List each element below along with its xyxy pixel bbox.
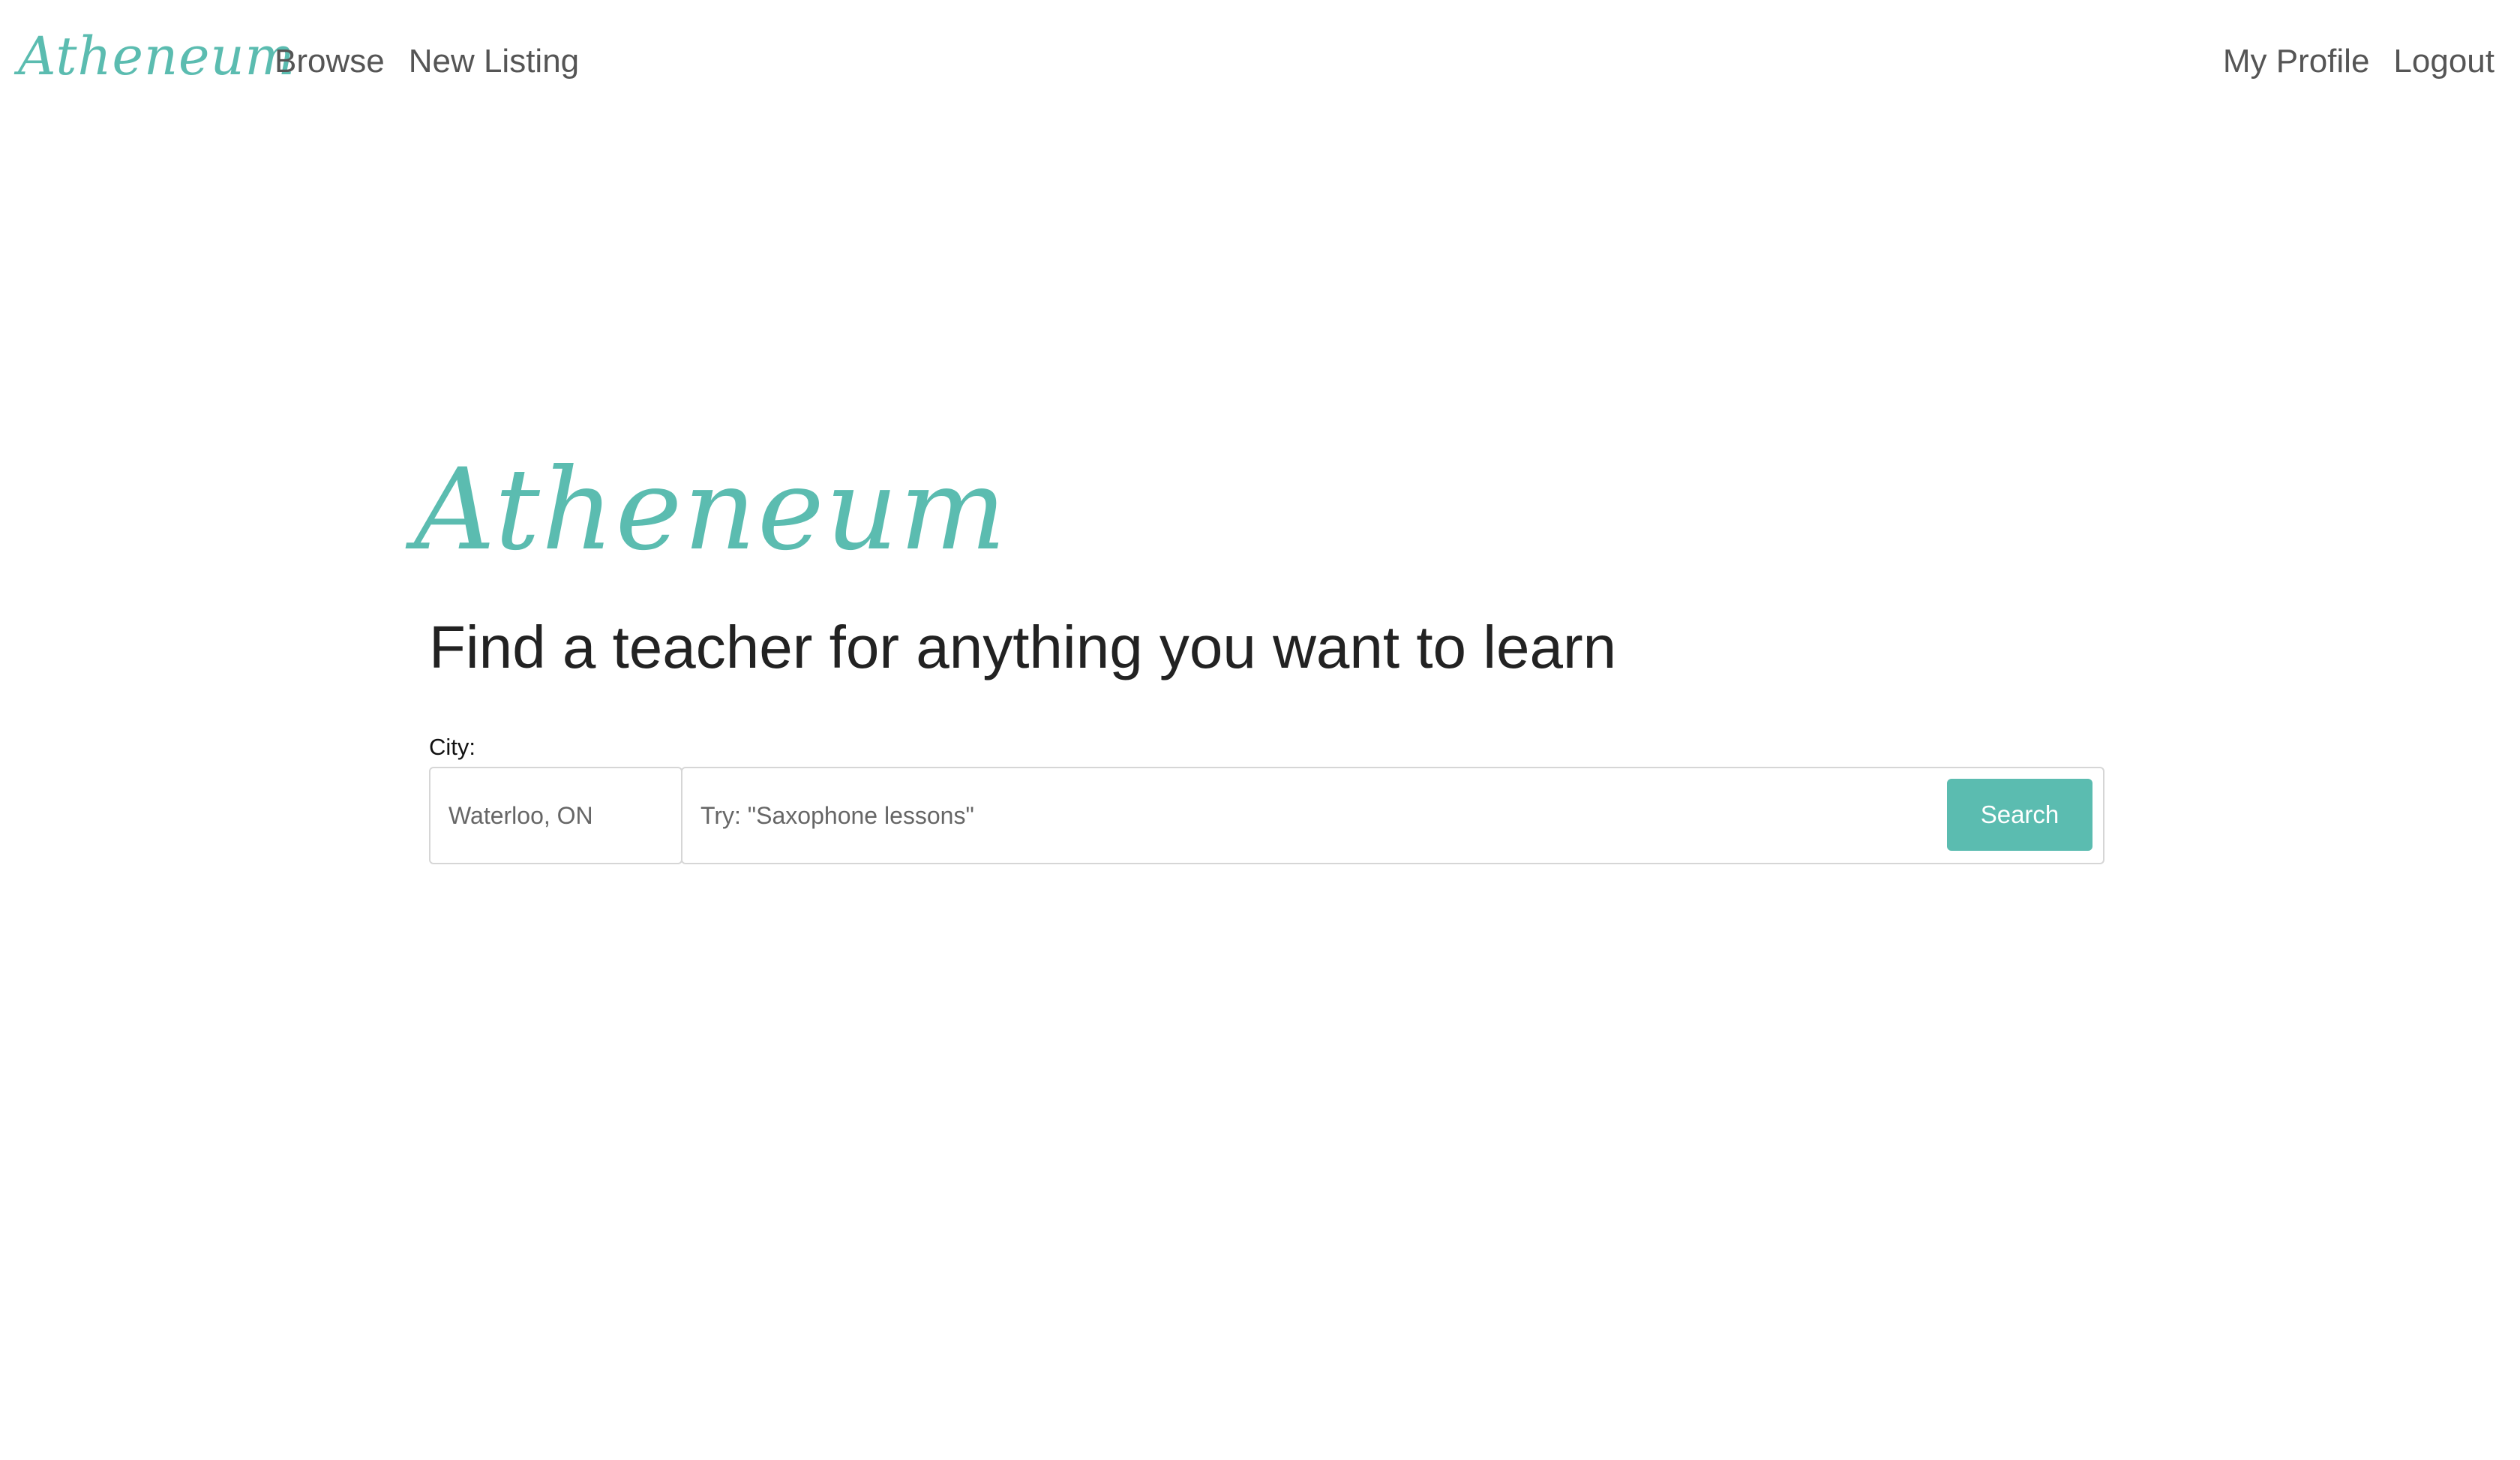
nav-link-my-profile[interactable]: My Profile	[2223, 38, 2370, 86]
brand-logo-link[interactable]: Atheneum	[18, 23, 296, 90]
hero-logo: Atheneum	[414, 445, 1008, 575]
search-group: Search	[681, 767, 2104, 864]
nav-left-links: Browse New Listing	[274, 38, 579, 86]
nav-link-new-listing[interactable]: New Listing	[409, 38, 579, 86]
hero-heading: Find a teacher for anything you want to …	[429, 614, 1617, 680]
nav-link-logout[interactable]: Logout	[2393, 38, 2494, 86]
city-label: City:	[429, 734, 476, 760]
search-button[interactable]: Search	[1947, 779, 2092, 851]
city-input[interactable]	[429, 767, 682, 864]
search-query-input[interactable]	[682, 768, 1928, 863]
top-navbar: Atheneum Browse New Listing My Profile L…	[0, 0, 2520, 120]
nav-link-browse[interactable]: Browse	[274, 38, 385, 86]
nav-right-links: My Profile Logout	[2223, 38, 2494, 86]
